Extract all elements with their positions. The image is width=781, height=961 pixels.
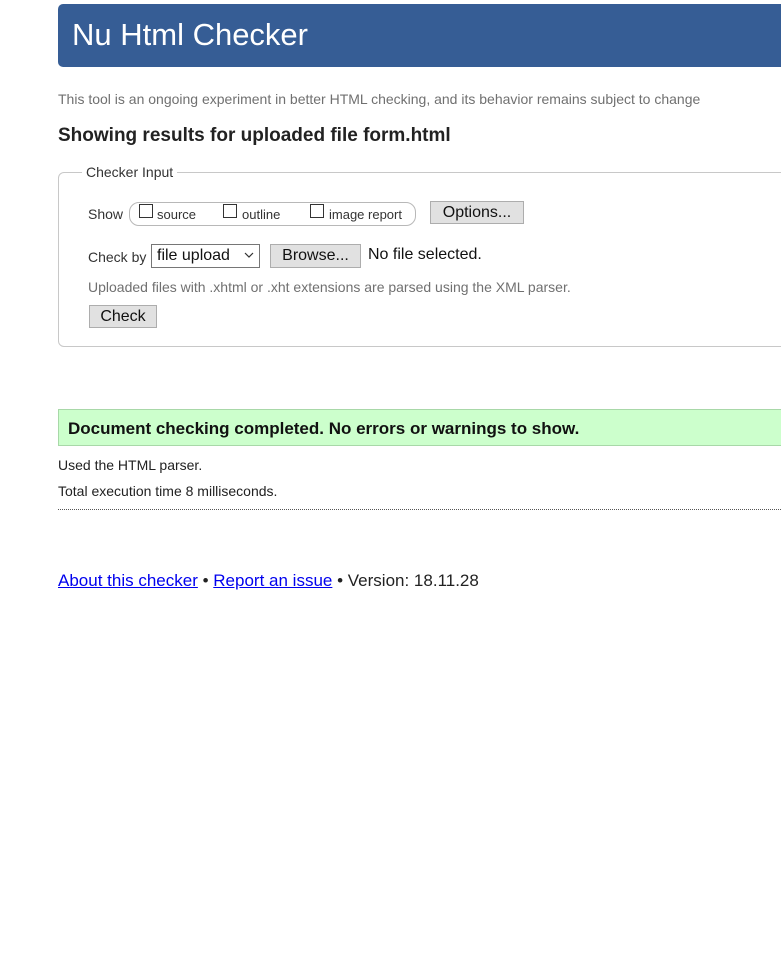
outline-checkbox-label[interactable]: outline	[242, 207, 280, 222]
about-checker-link[interactable]: About this checker	[58, 571, 198, 590]
checker-input-legend: Checker Input	[82, 164, 178, 180]
execution-time: Total execution time 8 milliseconds.	[58, 483, 278, 499]
footer-separator: •	[202, 571, 209, 590]
results-heading: Showing results for uploaded file form.h…	[58, 125, 451, 146]
outline-checkbox[interactable]	[223, 204, 237, 218]
success-message-box: Document checking completed. No errors o…	[58, 409, 781, 446]
options-button[interactable]: Options...	[430, 201, 524, 224]
footer-separator: •	[337, 571, 344, 590]
check-by-selected-value: file upload	[157, 247, 230, 264]
check-button[interactable]: Check	[89, 305, 157, 328]
image-report-checkbox[interactable]	[310, 204, 324, 218]
chevron-down-icon	[244, 252, 254, 258]
footer: About this checker • Report an issue • V…	[58, 571, 479, 591]
header-banner: Nu Html Checker	[58, 4, 781, 67]
browse-button[interactable]: Browse...	[270, 244, 361, 268]
image-report-checkbox-label[interactable]: image report	[329, 207, 402, 222]
file-status: No file selected.	[368, 246, 482, 263]
source-checkbox[interactable]	[139, 204, 153, 218]
page: Nu Html Checker This tool is an ongoing …	[0, 0, 781, 961]
check-by-label: Check by	[88, 249, 147, 265]
version-text: Version: 18.11.28	[347, 571, 479, 590]
tagline: This tool is an ongoing experiment in be…	[58, 91, 701, 107]
success-message: Document checking completed. No errors o…	[68, 419, 580, 438]
report-issue-link[interactable]: Report an issue	[213, 571, 332, 590]
show-label: Show	[88, 206, 124, 222]
check-by-select[interactable]: file upload	[151, 244, 260, 268]
divider	[58, 509, 781, 510]
xml-parser-note: Uploaded files with .xhtml or .xht exten…	[88, 279, 571, 295]
parser-info: Used the HTML parser.	[58, 457, 203, 473]
page-title: Nu Html Checker	[72, 17, 308, 52]
show-options-group: source outline image report	[129, 202, 416, 226]
source-checkbox-label[interactable]: source	[157, 207, 196, 222]
